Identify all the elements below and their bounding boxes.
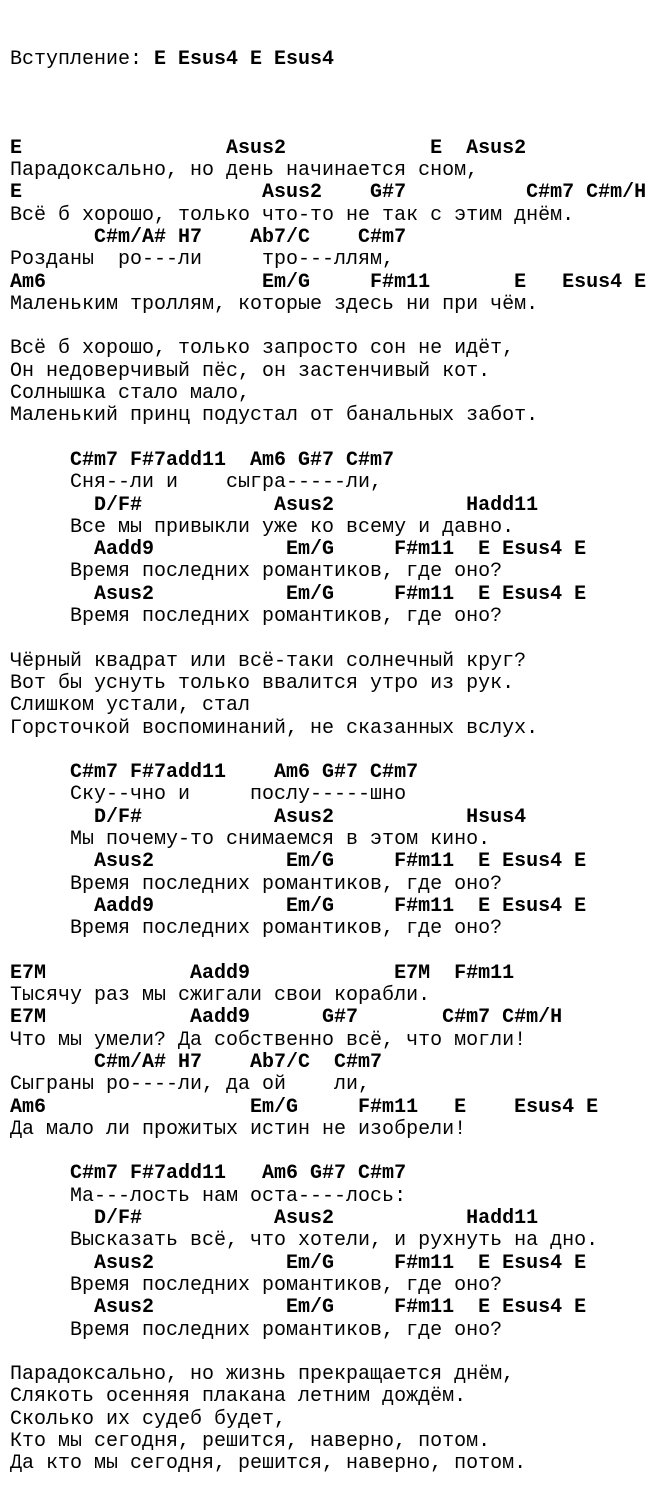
lyric-line: Вот бы уснуть только ввалится утро из ру… [10, 671, 515, 695]
chord-line: E Asus2 E Asus2 [10, 136, 527, 160]
chord-line: C#m7 F#7add11 Am6 G#7 C#m7 [10, 761, 419, 785]
lyric-line: Чёрный квадрат или всё-таки солнечный кр… [10, 649, 527, 673]
chord-line: Asus2 Em/G F#m11 E Esus4 E [10, 1251, 587, 1275]
chord-line: C#m7 F#7add11 Am6 G#7 C#m7 [10, 1162, 407, 1186]
chord-line: Aadd9 Em/G F#m11 E Esus4 E [10, 894, 587, 918]
chord-line: Asus2 Em/G F#m11 E Esus4 E [10, 850, 587, 874]
song-sheet: Вступление: E Esus4 E Esus4 E Asus2 E As… [10, 4, 646, 1498]
lyric-line: Розданы ро---ли тро---ллям, [10, 248, 395, 272]
chord-line: D/F# Asus2 Hadd11 [10, 1207, 539, 1231]
lyric-line: Время последних романтиков, где оно? [10, 917, 503, 941]
lyric-line: Он недоверчивый пёс, он застенчивый кот. [10, 359, 491, 383]
lyric-line: Время последних романтиков, где оно? [10, 1273, 503, 1297]
lyric-line: Слишком устали, стал [10, 694, 251, 718]
lyric-line: Маленьким троллям, которые здесь ни при … [10, 292, 539, 316]
chord-line: D/F# Asus2 Hadd11 [10, 493, 539, 517]
lyric-line: Маленький принц подустал от банальных за… [10, 404, 539, 428]
chord-line: Aadd9 Em/G F#m11 E Esus4 E [10, 538, 587, 562]
lyric-line: Да кто мы сегодня, решится, наверно, пот… [10, 1452, 527, 1476]
intro-line: Вступление: E Esus4 E Esus4 [10, 47, 646, 71]
chord-line: E Asus2 G#7 C#m7 C#m/H [10, 181, 647, 205]
lyric-line: Высказать всё, что хотели, и рухнуть на … [10, 1229, 599, 1253]
lyric-line: Время последних романтиков, где оно? [10, 1318, 503, 1342]
lyric-line: Все мы привыкли уже ко всему и давно. [10, 515, 515, 539]
lyric-line: Время последних романтиков, где оно? [10, 605, 503, 629]
chord-line: Am6 Em/G F#m11 E Esus4 E [10, 270, 647, 294]
chord-line: C#m7 F#7add11 Am6 G#7 C#m7 [10, 448, 395, 472]
chord-line: Am6 Em/G F#m11 E Esus4 E [10, 1095, 599, 1119]
lyric-line: Да мало ли прожитых истин не изобрели! [10, 1117, 467, 1141]
lyric-line: Сыграны ро----ли, да ой ли, [10, 1073, 371, 1097]
chord-line: C#m/A# H7 Ab7/C C#m7 [10, 225, 407, 249]
chord-line: E7M Aadd9 E7M F#m11 [10, 961, 515, 985]
chord-line: C#m/A# H7 Ab7/C C#m7 [10, 1050, 383, 1074]
chord-line: Asus2 Em/G F#m11 E Esus4 E [10, 582, 587, 606]
lyric-line: Ма---лость нам оста----лось: [10, 1184, 407, 1208]
intro-chords: E Esus4 E Esus4 [154, 47, 335, 71]
lyric-line: Сня--ли и сыгра-----ли, [10, 471, 383, 495]
lyric-line: Время последних романтиков, где оно? [10, 560, 503, 584]
intro-label: Вступление: [10, 47, 155, 71]
lyric-line: Сколько их судеб будет, [10, 1407, 287, 1431]
lyric-line: Парадоксально, но день начинается сном, [10, 159, 479, 183]
lyric-line: Что мы умели? Да собственно всё, что мог… [10, 1028, 527, 1052]
lyric-line: Всё б хорошо, только запросто сон не идё… [10, 337, 515, 361]
lyric-line: Ску--чно и послу-----шно [10, 783, 407, 807]
lyric-line: Парадоксально, но жизнь прекращается днё… [10, 1363, 515, 1387]
lyric-line: Мы почему-то снимаемся в этом кино. [10, 827, 491, 851]
lyric-line: Тысячу раз мы сжигали свои корабли. [10, 984, 431, 1008]
lyric-line: Солнышка стало мало, [10, 382, 251, 406]
lyric-line: Время последних романтиков, где оно? [10, 872, 503, 896]
chord-line: Asus2 Em/G F#m11 E Esus4 E [10, 1296, 587, 1320]
lyric-line: Кто мы сегодня, решится, наверно, потом. [10, 1430, 491, 1453]
lyric-line: Горсточкой воспоминаний, не сказанных вс… [10, 716, 539, 740]
chord-line: E7M Aadd9 G#7 C#m7 C#m/H [10, 1006, 563, 1030]
lyric-line: Всё б хорошо, только что-то не так с эти… [10, 203, 575, 227]
song-body: E Asus2 E Asus2 Парадоксально, но день на… [10, 115, 646, 1475]
lyric-line: Слякоть осенняя плакана летним дождём. [10, 1385, 467, 1409]
chord-line: D/F# Asus2 Hsus4 [10, 805, 527, 829]
